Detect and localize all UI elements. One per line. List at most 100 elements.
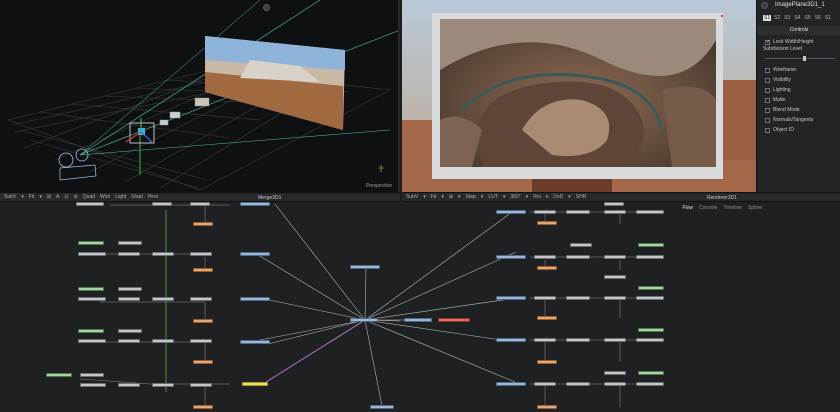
chevron-down-icon[interactable]: ▾ (526, 194, 529, 200)
grid-icon[interactable]: ⊞ (47, 194, 51, 200)
chevron-down-icon[interactable]: ▾ (481, 194, 484, 200)
flow-node[interactable] (193, 405, 213, 409)
flow-node[interactable] (534, 338, 556, 342)
option-checkbox[interactable] (765, 117, 770, 123)
shr-button[interactable]: SHR (576, 194, 587, 200)
light-button[interactable]: Light (115, 194, 126, 200)
option-row[interactable]: Normals/Tangents (765, 117, 813, 123)
option-row[interactable]: Wireframe (765, 67, 796, 73)
wire-button[interactable]: Wire (100, 194, 110, 200)
tab-s3[interactable]: S3 (783, 15, 791, 21)
section-controls[interactable]: Controls (757, 26, 840, 35)
dod-button[interactable]: DoD (553, 194, 563, 200)
flow-node-editor[interactable]: Flow Console Timeline Spline (0, 202, 840, 412)
option-row[interactable]: Matte (765, 97, 786, 103)
option-checkbox[interactable] (765, 107, 770, 113)
flow-node[interactable] (638, 243, 664, 247)
merge3d-node[interactable] (350, 318, 378, 322)
tab-s6[interactable]: S6 (814, 15, 822, 21)
flow-node[interactable] (570, 243, 592, 247)
flow-node[interactable] (534, 296, 556, 300)
flow-node[interactable] (566, 338, 590, 342)
flow-node[interactable] (152, 339, 174, 343)
flow-node[interactable] (566, 255, 590, 259)
flow-node[interactable] (193, 222, 213, 226)
tab-console[interactable]: Console (699, 205, 717, 211)
flow-node[interactable] (118, 252, 140, 256)
flow-node[interactable] (152, 297, 174, 301)
tab-flow[interactable]: Flow (682, 205, 693, 211)
option-checkbox[interactable] (765, 127, 770, 133)
flow-node[interactable] (636, 382, 664, 386)
option-checkbox[interactable] (765, 77, 770, 83)
flow-node[interactable] (604, 202, 624, 206)
flow-node[interactable] (118, 339, 140, 343)
flow-node[interactable] (46, 373, 72, 377)
flow-node[interactable] (190, 252, 212, 256)
flow-node[interactable] (193, 319, 213, 323)
frame-icon[interactable]: ⊡ (64, 194, 68, 200)
flow-node[interactable] (118, 329, 142, 333)
flow-node[interactable] (152, 252, 174, 256)
flow-node[interactable] (638, 286, 664, 290)
flow-node[interactable] (240, 252, 270, 256)
tab-s1b[interactable]: S1 (824, 15, 832, 21)
flow-node[interactable] (537, 360, 557, 364)
lock-checkbox[interactable] (765, 39, 770, 45)
3d-perspective-viewer[interactable]: Perspective (0, 0, 400, 192)
flow-node[interactable] (636, 255, 664, 259)
tab-s4[interactable]: S4 (793, 15, 801, 21)
flow-node[interactable] (118, 297, 140, 301)
flow-node[interactable] (638, 371, 664, 375)
lut-button[interactable]: LUT (488, 194, 497, 200)
lock-width-height-row[interactable]: Lock Width/Height (765, 39, 814, 45)
flow-node[interactable] (636, 338, 664, 342)
flow-node[interactable] (78, 329, 104, 333)
flow-node[interactable] (240, 202, 270, 206)
flow-node[interactable] (190, 297, 212, 301)
flow-node[interactable] (190, 383, 212, 387)
flow-node[interactable] (193, 268, 213, 272)
subdivision-slider[interactable] (765, 56, 835, 61)
subview-button[interactable]: SubV (406, 194, 418, 200)
flow-node[interactable] (242, 382, 268, 386)
quad-button[interactable]: Quad (83, 194, 95, 200)
a-button[interactable]: A (56, 194, 59, 200)
tab-s5[interactable]: S5 (804, 15, 812, 21)
flow-node[interactable] (566, 382, 590, 386)
flow-node[interactable] (496, 210, 526, 214)
flow-node[interactable] (636, 210, 664, 214)
flow-node[interactable] (537, 316, 557, 320)
flow-node[interactable] (80, 373, 104, 377)
flow-node[interactable] (152, 202, 172, 206)
chevron-down-icon[interactable]: ▾ (39, 194, 42, 200)
chevron-down-icon[interactable]: ▾ (423, 194, 426, 200)
flow-node[interactable] (636, 296, 664, 300)
flow-node[interactable] (118, 383, 140, 387)
flow-node[interactable] (78, 287, 104, 291)
flow-node[interactable] (604, 210, 626, 214)
flow-node[interactable] (604, 371, 626, 375)
flow-node[interactable] (190, 202, 210, 206)
flow-node[interactable] (78, 241, 104, 245)
flow-node[interactable] (604, 255, 626, 259)
subview-button[interactable]: SubV (4, 194, 16, 200)
grid-icon[interactable]: ⊞ (449, 194, 453, 200)
tab-s1[interactable]: S1 (763, 15, 772, 21)
flow-node[interactable] (78, 297, 106, 301)
flow-node[interactable] (496, 296, 526, 300)
option-checkbox[interactable] (765, 67, 770, 73)
chevron-down-icon[interactable]: ▾ (546, 194, 549, 200)
flow-node[interactable] (350, 265, 380, 269)
mask-icon[interactable]: ⊘ (74, 194, 78, 200)
tab-s2[interactable]: S2 (773, 15, 781, 21)
fit-button[interactable]: Fit (431, 194, 437, 200)
flow-node[interactable] (370, 405, 394, 409)
flow-node[interactable] (496, 255, 526, 259)
360-button[interactable]: 360° (510, 194, 520, 200)
perspective-button[interactable]: Pers (148, 194, 158, 200)
flow-node[interactable] (193, 360, 213, 364)
flow-node[interactable] (604, 382, 626, 386)
flow-node[interactable] (78, 339, 106, 343)
flow-node[interactable] (537, 266, 557, 270)
